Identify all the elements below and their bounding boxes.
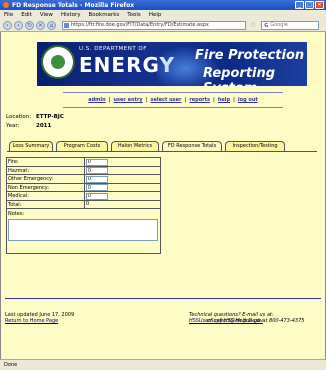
navigation-toolbar: ‹ › ↻ × ⌂ https://ftr.fire.doe.gov/FIT/D… — [0, 19, 326, 32]
site-info: Location: ETTP-BJC Year: 2011 — [6, 114, 64, 132]
address-url: https://ftr.fire.doe.gov/FIT/Data/Entry/… — [71, 21, 209, 28]
banner-title-line2: Reporting System — [203, 66, 276, 86]
stop-icon[interactable]: × — [36, 20, 45, 30]
non-emergency-input[interactable] — [86, 184, 108, 191]
fd-response-form: Fire: Hazmat: Other Emergency: Non Emerg… — [6, 157, 161, 254]
form-row-other-emergency: Other Emergency: — [7, 175, 160, 184]
window-title-bar: FD Response Totals - Mozilla Firefox _ □… — [0, 0, 326, 10]
search-input[interactable]: G Google — [261, 20, 320, 30]
minimize-button[interactable]: _ — [295, 1, 304, 9]
nav-admin[interactable]: admin — [88, 97, 105, 103]
page-content: U.S. DEPARTMENT OF ENERGY Fire Protectio… — [0, 32, 326, 370]
other-emergency-label: Other Emergency: — [7, 175, 85, 183]
notes-label: Notes: — [8, 211, 25, 217]
forward-icon[interactable]: › — [14, 20, 23, 30]
tab-loss-summary[interactable]: Loss Summary — [9, 141, 53, 151]
search-placeholder: Google — [270, 21, 288, 28]
bookmark-star-icon[interactable]: ☆ — [250, 21, 256, 29]
site-favicon-icon — [64, 22, 69, 28]
notes-section: Notes: — [7, 209, 160, 253]
tab-bar: Loss Summary Program Costs Halon Metrics… — [9, 141, 285, 151]
menu-help[interactable]: Help — [149, 12, 162, 18]
year-value: 2011 — [36, 123, 52, 129]
window-title: FD Response Totals - Mozilla Firefox — [12, 1, 135, 9]
total-label: Total: — [7, 200, 85, 208]
location-label: Location: — [6, 114, 32, 120]
tab-inspection-testing[interactable]: Inspection/Testing — [225, 141, 285, 151]
medical-input[interactable] — [86, 192, 108, 200]
google-icon: G — [264, 22, 269, 29]
banner-title-line1: Fire Protection — [195, 48, 305, 63]
form-row-hazmat: Hazmat: — [7, 166, 160, 175]
total-value: 0 — [86, 201, 90, 208]
home-icon[interactable]: ⌂ — [47, 20, 56, 30]
form-row-fire: Fire: — [7, 158, 160, 167]
fire-label: Fire: — [7, 158, 85, 166]
tab-halon-metrics[interactable]: Halon Metrics — [111, 141, 159, 151]
location-value: ETTP-BJC — [36, 114, 64, 120]
back-icon[interactable]: ‹ — [3, 20, 12, 30]
site-banner: U.S. DEPARTMENT OF ENERGY Fire Protectio… — [37, 42, 307, 86]
main-nav: admin | user entry | select user | reports |… — [63, 92, 283, 108]
medical-label: Medical: — [7, 192, 85, 200]
address-bar[interactable]: https://ftr.fire.doe.gov/FIT/Data/Entry/… — [62, 20, 246, 30]
close-button[interactable]: × — [315, 1, 324, 9]
nav-select-user[interactable]: select user — [151, 97, 182, 103]
footer-divider — [5, 298, 321, 299]
menu-history[interactable]: History — [61, 12, 81, 18]
support-phone: or call HSS Help Desk at 800-473-4375 — [207, 318, 305, 324]
maximize-button[interactable]: □ — [305, 1, 314, 9]
menu-view[interactable]: View — [40, 12, 53, 18]
other-emergency-input[interactable] — [86, 175, 108, 183]
notes-textarea[interactable] — [8, 219, 158, 241]
tab-fd-response-totals[interactable]: FD Response Totals — [162, 141, 222, 151]
fire-input[interactable] — [86, 158, 108, 166]
hazmat-label: Hazmat: — [7, 166, 85, 174]
form-row-medical: Medical: — [7, 192, 160, 201]
menu-bar: File Edit View History Bookmarks Tools H… — [0, 10, 326, 19]
menu-file[interactable]: File — [4, 12, 13, 18]
form-row-total: Total: 0 — [7, 200, 160, 209]
nav-log-out[interactable]: log out — [238, 97, 258, 103]
menu-tools[interactable]: Tools — [127, 12, 141, 18]
reload-icon[interactable]: ↻ — [25, 20, 34, 30]
non-emergency-label: Non Emergency: — [7, 183, 85, 191]
tab-divider — [7, 151, 317, 152]
tab-program-costs[interactable]: Program Costs — [56, 141, 108, 151]
firefox-icon — [3, 2, 9, 8]
return-home-link[interactable]: Return to Home Page — [5, 318, 58, 324]
form-row-non-emergency: Non Emergency: — [7, 183, 160, 192]
banner-dept: U.S. DEPARTMENT OF — [79, 46, 147, 52]
year-label: Year: — [6, 123, 20, 129]
nav-help[interactable]: help — [218, 97, 230, 103]
doe-seal-icon — [41, 45, 75, 79]
nav-user-entry[interactable]: user entry — [113, 97, 142, 103]
status-bar: Done — [0, 359, 326, 370]
hazmat-input[interactable] — [86, 167, 108, 174]
menu-bookmarks[interactable]: Bookmarks — [89, 12, 120, 18]
nav-reports[interactable]: reports — [189, 97, 210, 103]
menu-edit[interactable]: Edit — [21, 12, 32, 18]
